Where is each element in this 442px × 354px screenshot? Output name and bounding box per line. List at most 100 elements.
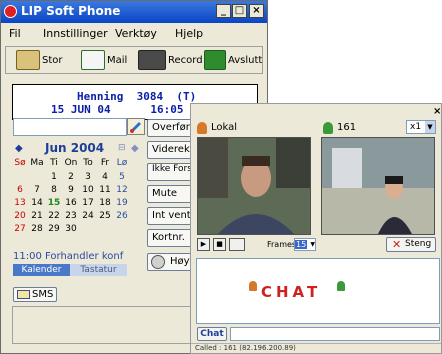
calendar-day[interactable]: 18: [98, 198, 112, 208]
play-icon[interactable]: ▶: [197, 238, 210, 251]
today-icon[interactable]: ⊟: [118, 143, 126, 153]
calendar-day[interactable]: 19: [115, 198, 129, 208]
calendar-day-name: Sø: [14, 158, 26, 168]
calendar-day-name: Ma: [30, 158, 44, 168]
local-label: Lokal: [211, 122, 238, 133]
tape-icon: [138, 50, 166, 70]
calendar-day[interactable]: 30: [64, 224, 78, 234]
zoom-select[interactable]: x1 ▼: [406, 120, 436, 134]
prev-month-icon[interactable]: ◆: [15, 143, 23, 154]
menu-help[interactable]: Hjelp: [175, 27, 203, 40]
dial-icon[interactable]: [127, 118, 145, 135]
calendar-day[interactable]: 5: [115, 172, 129, 182]
local-user-icon: [197, 122, 207, 134]
number-input[interactable]: [13, 118, 127, 136]
calendar-day-name: Lø: [116, 158, 128, 168]
calendar-day[interactable]: 9: [64, 185, 78, 195]
exit-label: Avslutt: [228, 54, 263, 66]
speaker-button[interactable]: Høyttaler: [147, 253, 192, 271]
sms-label: SMS: [32, 289, 54, 300]
display-line-2: 15 JUN 04 16:05: [51, 103, 184, 116]
speaker-icon: [151, 255, 165, 269]
exit-button[interactable]: Avslutt: [204, 48, 262, 72]
calendar-day[interactable]: 8: [47, 185, 61, 195]
calendar-day[interactable]: 20: [13, 211, 27, 221]
frames-chevron-icon: ▼: [310, 241, 315, 248]
exit-icon: [204, 50, 226, 70]
minimize-button[interactable]: _: [216, 4, 231, 18]
sms-button[interactable]: SMS: [13, 287, 57, 302]
display-line-1: Henning 3084 (T): [77, 90, 197, 103]
stop-session-button[interactable]: ✕ Steng: [386, 237, 436, 252]
stop-icon[interactable]: ■: [213, 238, 226, 251]
menu-settings[interactable]: Innstillinger: [43, 27, 108, 40]
calendar-day[interactable]: 22: [47, 211, 61, 221]
enlarge-icon: [16, 50, 40, 70]
calendar-day[interactable]: 11: [98, 185, 112, 195]
calendar-day[interactable]: 25: [98, 211, 112, 221]
toolbar: Stor Mail Record Avslutt: [5, 46, 263, 74]
calendar-day-name: Ti: [50, 158, 58, 168]
remote-user-icon: [323, 122, 333, 134]
calendar-day[interactable]: 7: [30, 185, 44, 195]
chat-input[interactable]: [230, 327, 440, 341]
mail-icon: [81, 50, 105, 70]
enlarge-button[interactable]: Stor: [16, 48, 63, 72]
tab-calendar[interactable]: Kalender: [13, 264, 70, 276]
menu-tools[interactable]: Verktøy: [115, 27, 157, 40]
menu-file[interactable]: Fil: [9, 27, 21, 40]
calendar-day[interactable]: 6: [13, 185, 27, 195]
agenda-entry[interactable]: 11:00 Forhandler konf: [13, 251, 145, 263]
close-button[interactable]: ×: [249, 4, 264, 18]
camera-icon[interactable]: [229, 238, 245, 251]
frames-label: Frames: [267, 240, 297, 249]
title-bar: LIP Soft Phone _ □ ×: [1, 1, 267, 23]
maximize-button[interactable]: □: [232, 4, 247, 18]
calendar-day[interactable]: 4: [98, 172, 112, 182]
calendar-day-name: Fr: [100, 158, 110, 168]
calendar-day[interactable]: 29: [47, 224, 61, 234]
calendar-day[interactable]: 17: [81, 198, 95, 208]
speaker-label: Høyttaler: [170, 256, 192, 267]
local-video: [197, 137, 311, 235]
app-icon: [4, 5, 17, 18]
frames-value: 15: [295, 240, 308, 249]
mail-button[interactable]: Mail: [81, 48, 127, 72]
chat-area[interactable]: CHAT: [196, 258, 440, 324]
chat-user-icon-left: [249, 281, 257, 291]
calendar-day[interactable]: 12: [115, 185, 129, 195]
envelope-icon: [17, 290, 30, 299]
calendar-day[interactable]: 24: [81, 211, 95, 221]
calendar-day-name: To: [83, 158, 93, 168]
calendar-day[interactable]: 3: [81, 172, 95, 182]
calendar-day[interactable]: 15: [47, 198, 61, 208]
stop-session-label: Steng: [405, 239, 432, 249]
chat-send-button[interactable]: Chat: [197, 327, 227, 341]
calendar-day[interactable]: 27: [13, 224, 27, 234]
x-icon: ✕: [392, 238, 402, 251]
calendar-day[interactable]: 2: [64, 172, 78, 182]
calendar-day[interactable]: 21: [30, 211, 44, 221]
calendar-day[interactable]: 14: [30, 198, 44, 208]
calendar-day[interactable]: 13: [13, 198, 27, 208]
calendar-day-name: On: [64, 158, 78, 168]
chevron-down-icon: ▼: [425, 121, 435, 133]
enlarge-label: Stor: [42, 54, 63, 66]
calendar-day[interactable]: 28: [30, 224, 44, 234]
window-title: LIP Soft Phone: [21, 4, 121, 18]
calendar-day[interactable]: 10: [81, 185, 95, 195]
calendar-month: Jun 2004: [45, 141, 105, 155]
record-button[interactable]: Record: [138, 48, 203, 72]
calendar-day[interactable]: 1: [47, 172, 61, 182]
chat-banner: CHAT: [261, 283, 322, 301]
remote-video: [321, 137, 435, 235]
calendar-day[interactable]: 26: [115, 211, 129, 221]
calendar-day[interactable]: 23: [64, 211, 78, 221]
tab-keypad[interactable]: Tastatur: [70, 264, 127, 276]
frames-select[interactable]: 15 ▼: [294, 238, 316, 251]
status-bar: Called : 161 (82.196.200.89): [191, 343, 441, 354]
calendar-day[interactable]: 16: [64, 198, 78, 208]
menu-bar: Fil Innstillinger Verktøy Hjelp: [1, 23, 267, 43]
panel-close-icon[interactable]: ×: [433, 106, 441, 117]
next-month-icon[interactable]: ◆: [131, 143, 139, 154]
